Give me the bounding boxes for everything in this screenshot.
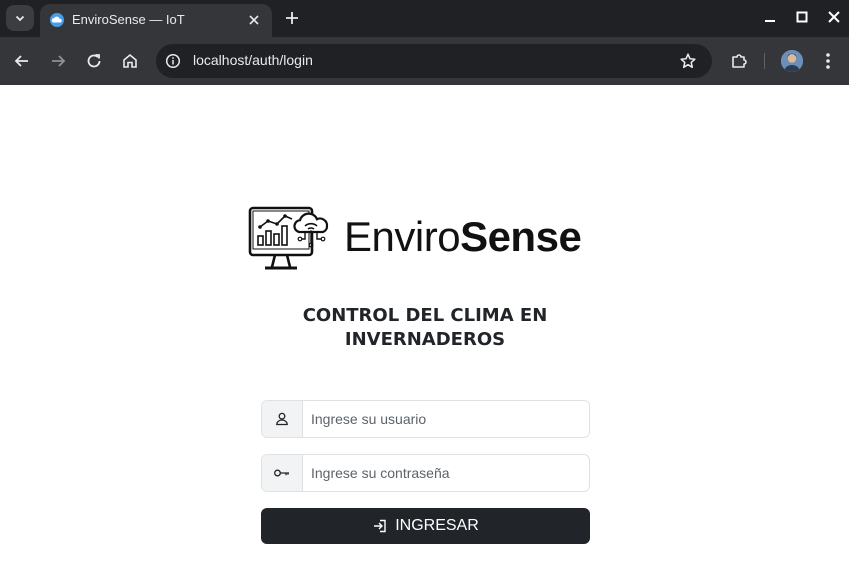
brand-name: EnviroSense (344, 213, 582, 261)
window-close-icon[interactable] (827, 10, 841, 24)
forward-arrow-icon[interactable] (49, 52, 67, 70)
username-group (261, 400, 590, 438)
more-menu-icon[interactable] (820, 51, 836, 71)
close-icon[interactable] (246, 12, 262, 28)
key-icon (274, 469, 289, 477)
cloud-favicon-icon (50, 13, 64, 27)
extensions-puzzle-icon[interactable] (729, 51, 749, 71)
password-addon (262, 455, 303, 491)
login-button[interactable]: INGRESAR (261, 508, 590, 544)
brand-name-bold: Sense (460, 213, 582, 260)
chevron-down-icon (15, 15, 25, 22)
toolbar-divider (764, 53, 765, 69)
address-bar[interactable]: localhost/auth/login (156, 44, 712, 78)
login-button-label: INGRESAR (395, 517, 479, 534)
login-page: EnviroSense CONTROL DEL CLIMA EN INVERNA… (0, 85, 849, 563)
sign-in-icon (374, 519, 386, 533)
reload-icon[interactable] (85, 52, 103, 70)
browser-tab-active[interactable]: EnviroSense — IoT (40, 4, 272, 37)
tab-search-button[interactable] (6, 5, 34, 31)
page-title-line2: INVERNADEROS (344, 329, 506, 350)
bookmark-star-icon[interactable] (679, 52, 697, 70)
profile-avatar[interactable] (781, 50, 803, 72)
site-info-icon[interactable] (165, 53, 181, 69)
username-addon (262, 401, 303, 437)
back-arrow-icon[interactable] (13, 52, 31, 70)
home-icon[interactable] (121, 52, 139, 70)
iot-monitor-logo-icon (248, 206, 329, 270)
plus-icon[interactable] (283, 9, 301, 27)
brand-name-light: Enviro (344, 213, 461, 260)
maximize-icon[interactable] (795, 10, 809, 24)
page-title-line1: CONTROL DEL CLIMA EN (302, 305, 548, 326)
password-input[interactable] (303, 455, 589, 491)
tab-title: EnviroSense — IoT (72, 12, 185, 27)
person-avatar-icon (781, 50, 803, 72)
password-group (261, 454, 590, 492)
minimize-icon[interactable] (763, 10, 777, 24)
username-input[interactable] (303, 401, 589, 437)
browser-toolbar: localhost/auth/login (0, 37, 849, 85)
user-icon (276, 412, 288, 426)
url-text: localhost/auth/login (193, 52, 313, 68)
page-title: CONTROL DEL CLIMA EN INVERNADEROS (260, 304, 590, 352)
browser-tab-strip: EnviroSense — IoT (0, 0, 849, 37)
